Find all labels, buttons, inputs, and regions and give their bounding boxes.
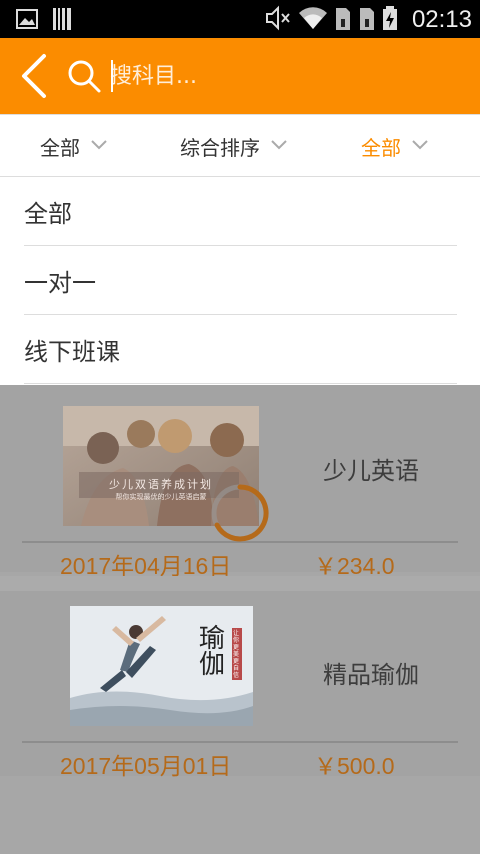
course-list: 少儿双语养成计划 帮你实现最优的少儿英语启蒙 少儿英语 2017年04月16日 … xyxy=(0,385,480,854)
mute-icon xyxy=(264,5,292,35)
banner-subtitle: 让你更美更自信 xyxy=(233,630,240,679)
search-input[interactable] xyxy=(110,56,450,96)
search-icon xyxy=(66,58,102,94)
filter-bar: 全部 综合排序 全部 xyxy=(0,114,480,177)
course-banner-image: 瑜伽 让你更美更自信 xyxy=(70,606,253,726)
course-price: ￥500.0 xyxy=(314,753,395,779)
image-icon xyxy=(16,9,38,33)
barcode-icon xyxy=(52,7,72,35)
chevron-down-icon xyxy=(91,140,107,150)
clock: 02:13 xyxy=(411,6,472,33)
wifi-icon xyxy=(298,5,328,35)
filter-dropdown-menu: 全部 一对一 线下班课 xyxy=(0,177,480,385)
back-arrow-icon xyxy=(22,54,46,98)
banner-title: 瑜伽 xyxy=(198,624,225,680)
course-date: 2017年05月01日 xyxy=(60,753,232,779)
filter-sort-label: 综合排序 xyxy=(180,135,260,160)
card-divider xyxy=(22,741,458,743)
text-cursor xyxy=(111,60,113,92)
dropdown-item-label: 全部 xyxy=(24,199,72,228)
course-card[interactable]: 瑜伽 让你更美更自信 精品瑜伽 2017年05月01日 ￥500.0 xyxy=(0,591,480,779)
back-button[interactable] xyxy=(14,50,58,102)
filter-category[interactable]: 全部 xyxy=(40,115,108,177)
course-title: 精品瑜伽 xyxy=(323,661,419,689)
chevron-down-icon xyxy=(271,140,287,150)
loading-spinner-icon xyxy=(209,482,271,544)
course-title: 少儿英语 xyxy=(323,457,419,485)
filter-category-label: 全部 xyxy=(40,135,80,160)
dropdown-item-all[interactable]: 全部 xyxy=(24,177,457,246)
filter-sort[interactable]: 综合排序 xyxy=(180,115,288,177)
search-header xyxy=(0,38,480,114)
sim2-icon xyxy=(358,5,376,35)
dropdown-item-label: 线下班课 xyxy=(24,337,120,366)
sim1-icon xyxy=(334,5,352,35)
list-separator xyxy=(0,576,480,591)
status-bar: 02:13 xyxy=(0,0,480,38)
filter-type[interactable]: 全部 xyxy=(361,115,429,177)
dropdown-item-offline-class[interactable]: 线下班课 xyxy=(24,315,457,384)
dropdown-item-one-on-one[interactable]: 一对一 xyxy=(24,246,457,315)
battery-charging-icon xyxy=(382,5,398,35)
chevron-down-icon xyxy=(412,140,428,150)
dropdown-item-label: 一对一 xyxy=(24,268,96,297)
filter-type-label: 全部 xyxy=(361,135,401,160)
